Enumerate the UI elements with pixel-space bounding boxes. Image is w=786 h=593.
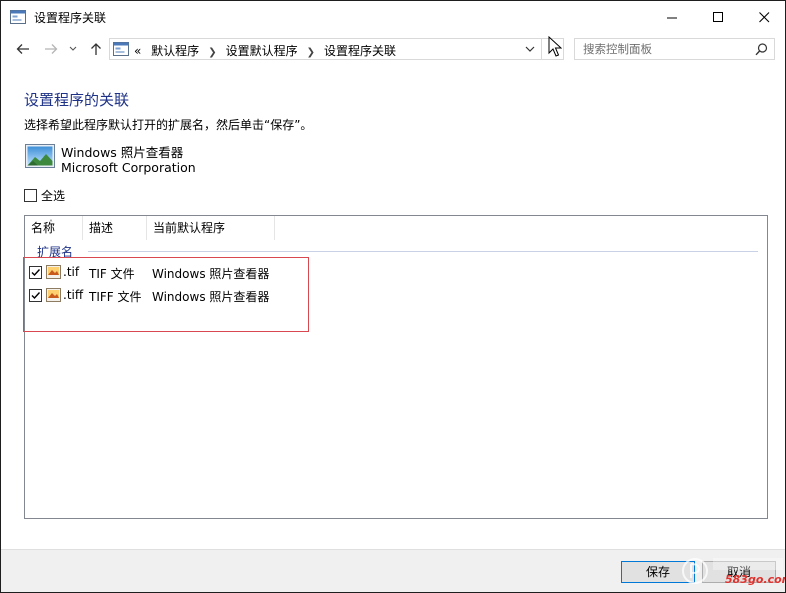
mouse-cursor-icon [548,36,562,57]
minimize-icon [666,17,677,18]
checkmark-icon [31,269,41,277]
checkmark-icon [31,292,41,300]
file-description: TIF 文件 [89,267,135,281]
control-panel-icon [113,42,129,56]
watermark-text: 583go.com [725,573,785,586]
maximize-button[interactable] [695,1,741,33]
control-panel-icon [10,10,26,24]
image-file-icon [46,288,61,302]
chevron-right-icon[interactable]: ❯ [208,47,216,58]
chevron-right-icon[interactable]: ❯ [307,47,315,58]
breadcrumb-set-associations[interactable]: 设置程序关联 [324,44,396,58]
group-divider [88,251,758,252]
recent-locations-button[interactable] [66,39,80,59]
breadcrumb-set-default-programs[interactable]: 设置默认程序 [226,44,298,58]
file-description: TIFF 文件 [89,290,142,304]
list-item[interactable]: .tiff TIFF 文件 Windows 照片查看器 [25,285,325,307]
chevron-down-icon[interactable] [523,42,537,56]
maximize-icon [712,11,723,22]
photo-viewer-icon [25,144,55,168]
minimize-button[interactable] [649,1,695,33]
extension: .tif [63,265,80,279]
current-program: Windows 照片查看器 [152,267,270,281]
search-input[interactable] [575,39,750,59]
breadcrumb-overflow[interactable]: « [134,44,141,58]
column-header-current-default[interactable]: 当前默认程序 [147,216,275,240]
close-icon [758,11,769,22]
extension: .tiff [63,288,84,302]
address-row: « 默认程序 ❯ 设置默认程序 ❯ 设置程序关联 [1,35,785,63]
checkbox-checked[interactable] [29,266,42,279]
arrow-left-icon [16,44,29,54]
forward-button[interactable] [40,39,62,59]
close-button[interactable] [741,1,785,33]
extension-list[interactable]: ˄ 名称 描述 当前默认程序 扩展名 .tif TIF 文件 Windows 照… [24,215,768,519]
list-item[interactable]: .tif TIF 文件 Windows 照片查看器 [25,262,325,284]
title-bar[interactable]: 设置程序关联 [1,1,785,33]
program-name: Windows 照片查看器 [61,145,184,160]
sort-ascending-icon: ˄ [49,219,53,228]
page-description: 选择希望此程序默认打开的扩展名，然后单击“保存”。 [24,118,313,132]
program-company: Microsoft Corporation [61,160,196,175]
column-header-description[interactable]: 描述 [83,216,147,240]
back-button[interactable] [12,39,34,59]
breadcrumb-default-programs[interactable]: 默认程序 [151,44,199,58]
dialog-window: 设置程序关联 « 默认程序 ❯ 设置默认程序 ❯ 设置程序关联 搜索控制面板 设… [0,0,786,593]
current-program: Windows 照片查看器 [152,290,270,304]
up-button[interactable] [85,39,107,59]
window-title: 设置程序关联 [34,11,107,25]
search-icon[interactable] [755,43,768,56]
breadcrumb: « 默认程序 ❯ 设置默认程序 ❯ 设置程序关联 [134,42,396,59]
search-box[interactable] [574,38,775,60]
dialog-footer: 保存 取消 [1,549,785,592]
address-bar[interactable]: « 默认程序 ❯ 设置默认程序 ❯ 设置程序关联 [109,38,542,60]
page-title: 设置程序的关联 [24,91,130,109]
checkbox[interactable] [24,189,37,202]
chevron-down-icon [69,46,77,51]
arrow-up-icon [91,43,101,55]
select-all-checkbox[interactable]: 全选 [24,187,65,204]
image-file-icon [46,265,61,279]
select-all-label: 全选 [41,189,66,203]
group-header[interactable]: 扩展名 [37,243,73,260]
arrow-right-icon [45,44,58,54]
checkbox-checked[interactable] [29,289,42,302]
column-header-name[interactable]: ˄ 名称 [25,216,83,240]
